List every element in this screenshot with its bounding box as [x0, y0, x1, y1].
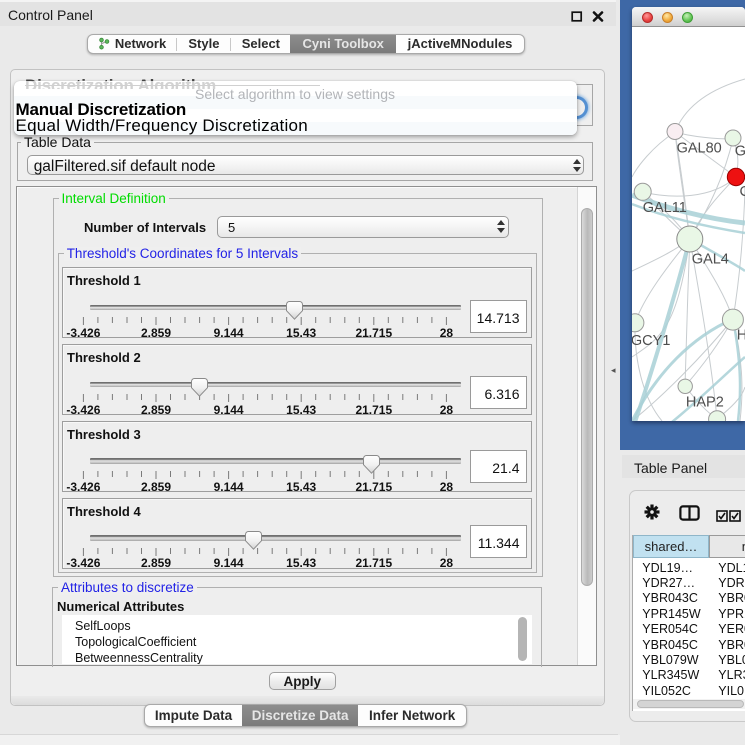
svg-text:C: C: [740, 184, 745, 200]
svg-text:GCY1: GCY1: [632, 333, 670, 349]
svg-text:HI: HI: [737, 327, 745, 343]
svg-text:HAP2: HAP2: [686, 395, 724, 411]
svg-text:GAL8: GAL8: [735, 144, 745, 160]
svg-text:GAL80: GAL80: [677, 140, 722, 156]
svg-text:GAL11: GAL11: [643, 200, 687, 216]
svg-text:GAL4: GAL4: [692, 252, 729, 268]
